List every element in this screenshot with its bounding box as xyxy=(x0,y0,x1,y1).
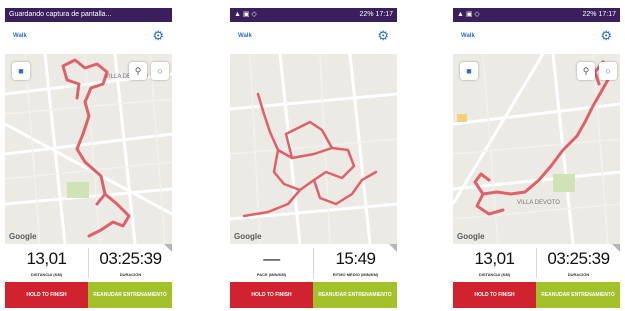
stat-duration: 03:25:39 DURACIÓN xyxy=(89,244,172,282)
status-notification: Guardando captura de pantalla... xyxy=(9,11,112,18)
stats-panel: 13,01 DISTANCIA (KM) 03:25:39 DURACIÓN xyxy=(5,244,172,282)
stat-distance: 13,01 DISTANCIA (KM) xyxy=(5,244,88,282)
phone-screen-1: Guardando captura de pantalla... Walk ⚙ xyxy=(5,8,172,308)
stat-label: DURACIÓN xyxy=(119,272,142,277)
hold-to-finish-button[interactable]: HOLD TO FINISH xyxy=(5,282,88,308)
google-logo: Google xyxy=(234,232,262,241)
map-canvas: VILLA DEVOTO xyxy=(453,54,620,244)
circle-icon[interactable]: ○ xyxy=(599,62,617,80)
app-title: Walk xyxy=(13,33,27,39)
gear-icon[interactable]: ⚙ xyxy=(600,29,612,43)
resume-training-button[interactable]: REANUDAR ENTRENAMIENTO xyxy=(313,282,397,308)
camera-icon[interactable]: ■ xyxy=(460,62,478,80)
status-icons-left: ▲ ▣ ◇ xyxy=(234,11,257,18)
stat-pace: — PACE (MIN/KM) xyxy=(230,244,313,282)
gear-icon[interactable]: ⚙ xyxy=(152,29,164,43)
gear-icon[interactable]: ⚙ xyxy=(377,29,389,43)
stats-panel: — PACE (MIN/KM) 15:49 RITMO MEDIO (MIN/K… xyxy=(230,244,397,282)
map-pin-icon[interactable]: ⚲ xyxy=(577,62,595,80)
camera-icon[interactable]: ■ xyxy=(12,62,30,80)
stat-value: 03:25:39 xyxy=(547,249,610,268)
app-bar: Walk ⚙ xyxy=(230,22,397,54)
stat-label: RITMO MEDIO (MIN/KM) xyxy=(332,272,379,277)
status-bar: ▲ ▣ ◇ 22% 17:17 xyxy=(230,8,397,22)
corner-fold-icon[interactable] xyxy=(164,244,172,252)
stat-label: DISTANCIA (KM) xyxy=(30,272,63,277)
app-title: Walk xyxy=(461,33,475,39)
stat-value: 15:49 xyxy=(335,249,376,268)
stat-value: 13,01 xyxy=(474,249,515,268)
map-view[interactable]: VILLA DEVOTO ■ ⚲ ○ Google xyxy=(453,54,620,244)
circle-icon[interactable]: ○ xyxy=(151,62,169,80)
stat-average-pace: 15:49 RITMO MEDIO (MIN/KM) xyxy=(314,244,397,282)
status-bar: ▲ ▣ ◇ 22% 17:17 xyxy=(453,8,620,22)
google-logo: Google xyxy=(457,232,485,241)
app-title: Walk xyxy=(238,33,252,39)
map-pin-icon[interactable]: ⚲ xyxy=(129,62,147,80)
status-battery-time: 22% 17:17 xyxy=(359,11,393,18)
resume-training-button[interactable]: REANUDAR ENTRENAMIENTO xyxy=(88,282,172,308)
status-bar: Guardando captura de pantalla... xyxy=(5,8,172,22)
map-label: VILLA DEVOTO xyxy=(517,200,560,206)
stat-value: 13,01 xyxy=(26,249,67,268)
app-bar: Walk ⚙ xyxy=(5,22,172,54)
corner-fold-icon[interactable] xyxy=(612,244,620,252)
hold-to-finish-button[interactable]: HOLD TO FINISH xyxy=(230,282,313,308)
phone-screen-2: ▲ ▣ ◇ 22% 17:17 Walk ⚙ Google — PACE (MI… xyxy=(230,8,397,308)
stat-label: PACE (MIN/KM) xyxy=(256,272,287,277)
status-battery-time: 22% 17:17 xyxy=(582,11,616,18)
map-view[interactable]: Google xyxy=(230,54,397,244)
stat-label: DURACIÓN xyxy=(567,272,590,277)
google-logo: Google xyxy=(9,232,37,241)
map-canvas: VILLA DEVOTO xyxy=(5,54,172,244)
hold-to-finish-button[interactable]: HOLD TO FINISH xyxy=(453,282,536,308)
corner-fold-icon[interactable] xyxy=(389,244,397,252)
stats-panel: 13,01 DISTANCIA (KM) 03:25:39 DURACIÓN xyxy=(453,244,620,282)
resume-training-button[interactable]: REANUDAR ENTRENAMIENTO xyxy=(536,282,620,308)
stat-label: DISTANCIA (KM) xyxy=(478,272,511,277)
stat-value: — xyxy=(263,249,280,268)
stat-value: 03:25:39 xyxy=(99,249,162,268)
stat-duration: 03:25:39 DURACIÓN xyxy=(537,244,620,282)
map-canvas xyxy=(230,54,397,244)
phone-screen-3: ▲ ▣ ◇ 22% 17:17 Walk ⚙ VILLA DEVOTO ■ ⚲ … xyxy=(453,8,620,308)
stat-distance: 13,01 DISTANCIA (KM) xyxy=(453,244,536,282)
status-icons-left: ▲ ▣ ◇ xyxy=(457,11,480,18)
app-bar: Walk ⚙ xyxy=(453,22,620,54)
map-view[interactable]: VILLA DEVOTO ■ ⚲ ○ Google xyxy=(5,54,172,244)
